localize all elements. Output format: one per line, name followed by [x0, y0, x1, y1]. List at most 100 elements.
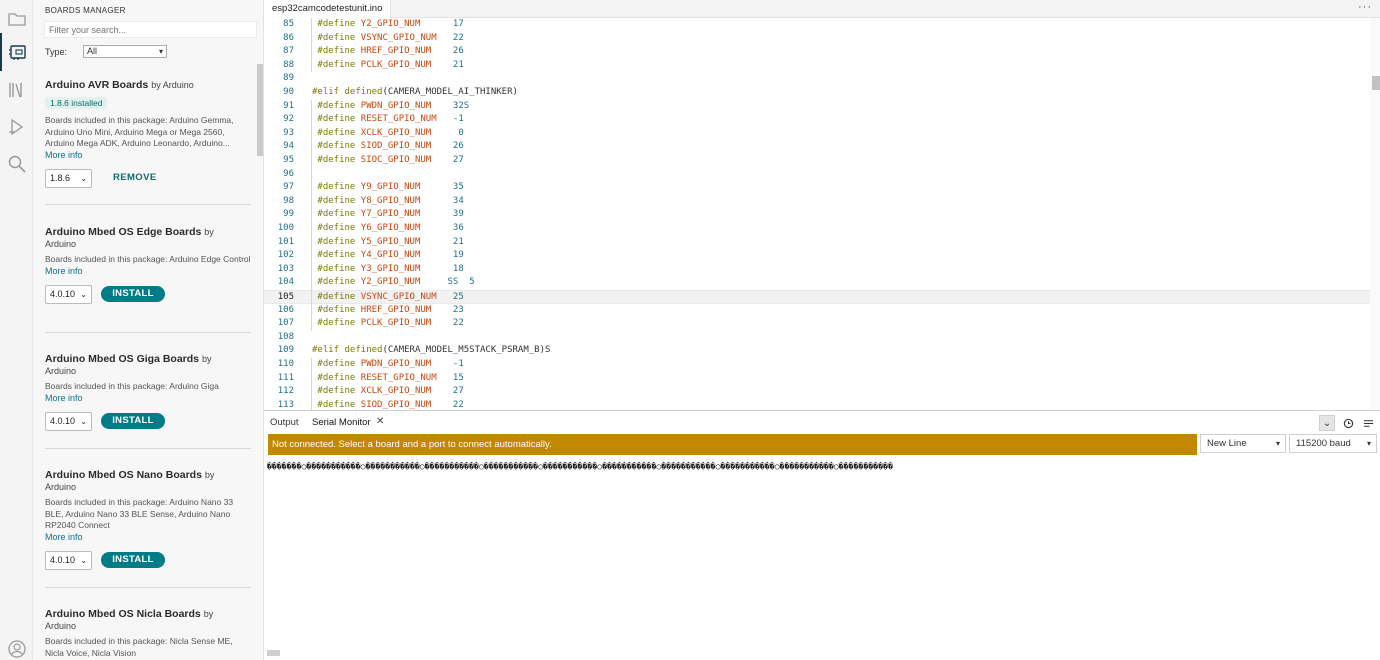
line-number: 90 — [283, 87, 294, 97]
search-icon[interactable] — [0, 145, 33, 183]
macro-value: 15 — [452, 372, 464, 383]
code-line: 103 #define Y3_GPIO_NUM 18 — [264, 263, 1370, 277]
version-select[interactable]: 4.0.10 ⌄ — [45, 284, 92, 304]
line-number: 85 — [283, 19, 294, 29]
macro-name: PCLK_GPIO_NUM — [360, 59, 432, 70]
macro-value: 25 — [452, 292, 464, 302]
search-input[interactable] — [44, 21, 257, 38]
macro-name: RESET_GPIO_NUM — [360, 372, 437, 383]
keyword-define: #define — [317, 386, 356, 397]
horizontal-scrollbar[interactable] — [267, 650, 280, 656]
macro-value: 26 — [452, 141, 464, 152]
macro-value: 21 — [452, 59, 464, 70]
code-text: #define VSYNC_GPIO_NUM 25 — [312, 291, 464, 305]
line-number: 97 — [283, 182, 294, 193]
chevron-down-icon: ⌄ — [80, 173, 87, 183]
code-text: #define Y3_GPIO_NUM 18 — [312, 263, 463, 277]
autoscroll-icon[interactable]: ⌄ — [1319, 415, 1335, 431]
keyword-define: #define — [317, 250, 356, 261]
type-label: Type: — [45, 47, 68, 57]
line-number: 87 — [283, 46, 294, 57]
tab-output[interactable]: Output — [270, 417, 299, 428]
timestamp-icon[interactable] — [1340, 415, 1356, 431]
macro-name: Y7_GPIO_NUM — [360, 209, 421, 220]
macro-value: 22 — [452, 32, 464, 43]
line-number: 100 — [277, 223, 294, 233]
version-select[interactable]: 4.0.10 ⌄ — [45, 550, 92, 570]
close-icon[interactable]: ✕ — [376, 416, 384, 427]
panel-title: BOARDS MANAGER — [45, 6, 126, 15]
more-info-link[interactable]: More info — [45, 150, 251, 161]
account-icon[interactable] — [0, 630, 33, 660]
remove-button[interactable]: REMOVE — [113, 172, 157, 183]
macro-value: 39 — [452, 209, 464, 220]
code-line: 104 #define Y2_GPIO_NUM SS 5 — [264, 276, 1370, 290]
line-number: 99 — [283, 209, 294, 220]
code-line: 101 #define Y5_GPIO_NUM 21 — [264, 236, 1370, 250]
code-text: #define XCLK_GPIO_NUM 0 — [312, 127, 463, 141]
version-select[interactable]: 1.8.6 ⌄ — [45, 168, 92, 188]
library-icon[interactable] — [0, 71, 33, 109]
line-number: 113 — [277, 399, 294, 410]
macro-name: Y9_GPIO_NUM — [360, 182, 421, 193]
boards-manager-icon[interactable] — [0, 33, 33, 71]
debug-icon[interactable] — [0, 108, 33, 146]
board-name: Arduino Mbed OS Nano Boards by — [45, 469, 215, 481]
line-number: 102 — [277, 250, 294, 261]
keyword-define: #define — [317, 155, 356, 165]
version-select[interactable]: 4.0.10 ⌄ — [45, 411, 92, 431]
chevron-down-icon: ⌄ — [80, 416, 87, 426]
keyword-elif: #elif — [312, 345, 340, 356]
more-info-link[interactable]: More info — [45, 532, 251, 543]
code-line: 95 #define SIOC_GPIO_NUM 27 — [264, 154, 1370, 168]
macro-value: 17 — [452, 19, 464, 29]
more-info-link[interactable]: More info — [45, 393, 251, 404]
chevron-down-icon: ⌄ — [80, 289, 87, 299]
more-options-icon[interactable]: ··· — [1358, 1, 1372, 13]
keyword-define: #define — [317, 209, 356, 220]
scrollbar-thumb[interactable] — [1372, 76, 1380, 90]
line-ending-select[interactable]: New Line ▾ — [1200, 434, 1286, 453]
board-actions: 4.0.10 ⌄ INSTALL — [45, 411, 251, 432]
keyword-define: #define — [317, 127, 356, 138]
editor-tabbar: esp32camcodetestunit.ino ··· — [264, 0, 1380, 18]
baud-rate-select[interactable]: 115200 baud ▾ — [1289, 434, 1377, 453]
divider — [45, 332, 251, 333]
editor-scrollbar[interactable] — [1370, 18, 1380, 410]
editor-tab-sketch[interactable]: esp32camcodetestunit.ino — [264, 0, 392, 18]
more-info-link[interactable]: More info — [45, 266, 251, 277]
code-line: 111 #define RESET_GPIO_NUM 15 — [264, 372, 1370, 386]
indent-guide — [311, 18, 312, 73]
divider — [45, 204, 251, 205]
macro-name: Y5_GPIO_NUM — [360, 236, 421, 247]
type-select[interactable]: All ▾ — [83, 45, 167, 58]
code-line: 110 #define PWDN_GPIO_NUM -1 — [264, 358, 1370, 372]
line-number: 111 — [277, 372, 294, 383]
code-line: 91 #define PWDN_GPIO_NUM 32S — [264, 100, 1370, 114]
install-button[interactable]: INSTALL — [101, 285, 165, 302]
line-number: 93 — [283, 127, 294, 138]
sidebar-scrollbar[interactable] — [257, 64, 263, 156]
tab-serial-monitor[interactable]: Serial Monitor — [312, 417, 371, 428]
code-text: #define VSYNC_GPIO_NUM 22 — [312, 32, 464, 46]
clear-output-icon[interactable] — [1360, 415, 1376, 431]
code-line: 106 #define HREF_GPIO_NUM 23 — [264, 304, 1370, 318]
install-button[interactable]: INSTALL — [101, 551, 165, 568]
code-editor[interactable]: 85 #define Y2_GPIO_NUM 17 86 #define VSYN… — [264, 18, 1370, 410]
code-text: #define SIOD_GPIO_NUM 26 — [312, 140, 464, 154]
board-card-mbed-edge: Arduino Mbed OS Edge Boards by Arduino B… — [45, 226, 251, 305]
line-number: 112 — [277, 386, 294, 397]
macro-name: VSYNC_GPIO_NUM — [360, 292, 437, 302]
install-button[interactable]: INSTALL — [101, 412, 165, 429]
keyword-define: #define — [317, 100, 356, 111]
board-actions: 1.8.6 ⌄ REMOVE — [45, 168, 251, 189]
line-number: 101 — [277, 236, 294, 247]
code-text: #define HREF_GPIO_NUM 23 — [312, 304, 463, 318]
board-description: Boards included in this package: Arduino… — [45, 497, 234, 530]
keyword-define: #define — [317, 318, 356, 329]
keyword-define: #define — [317, 46, 356, 57]
code-text: #define PWDN_GPIO_NUM 32S — [312, 100, 469, 114]
board-card-mbed-nicla: Arduino Mbed OS Nicla Boards by Arduino … — [45, 608, 251, 659]
macro-value: 19 — [452, 250, 464, 261]
line-number: 89 — [283, 73, 294, 84]
